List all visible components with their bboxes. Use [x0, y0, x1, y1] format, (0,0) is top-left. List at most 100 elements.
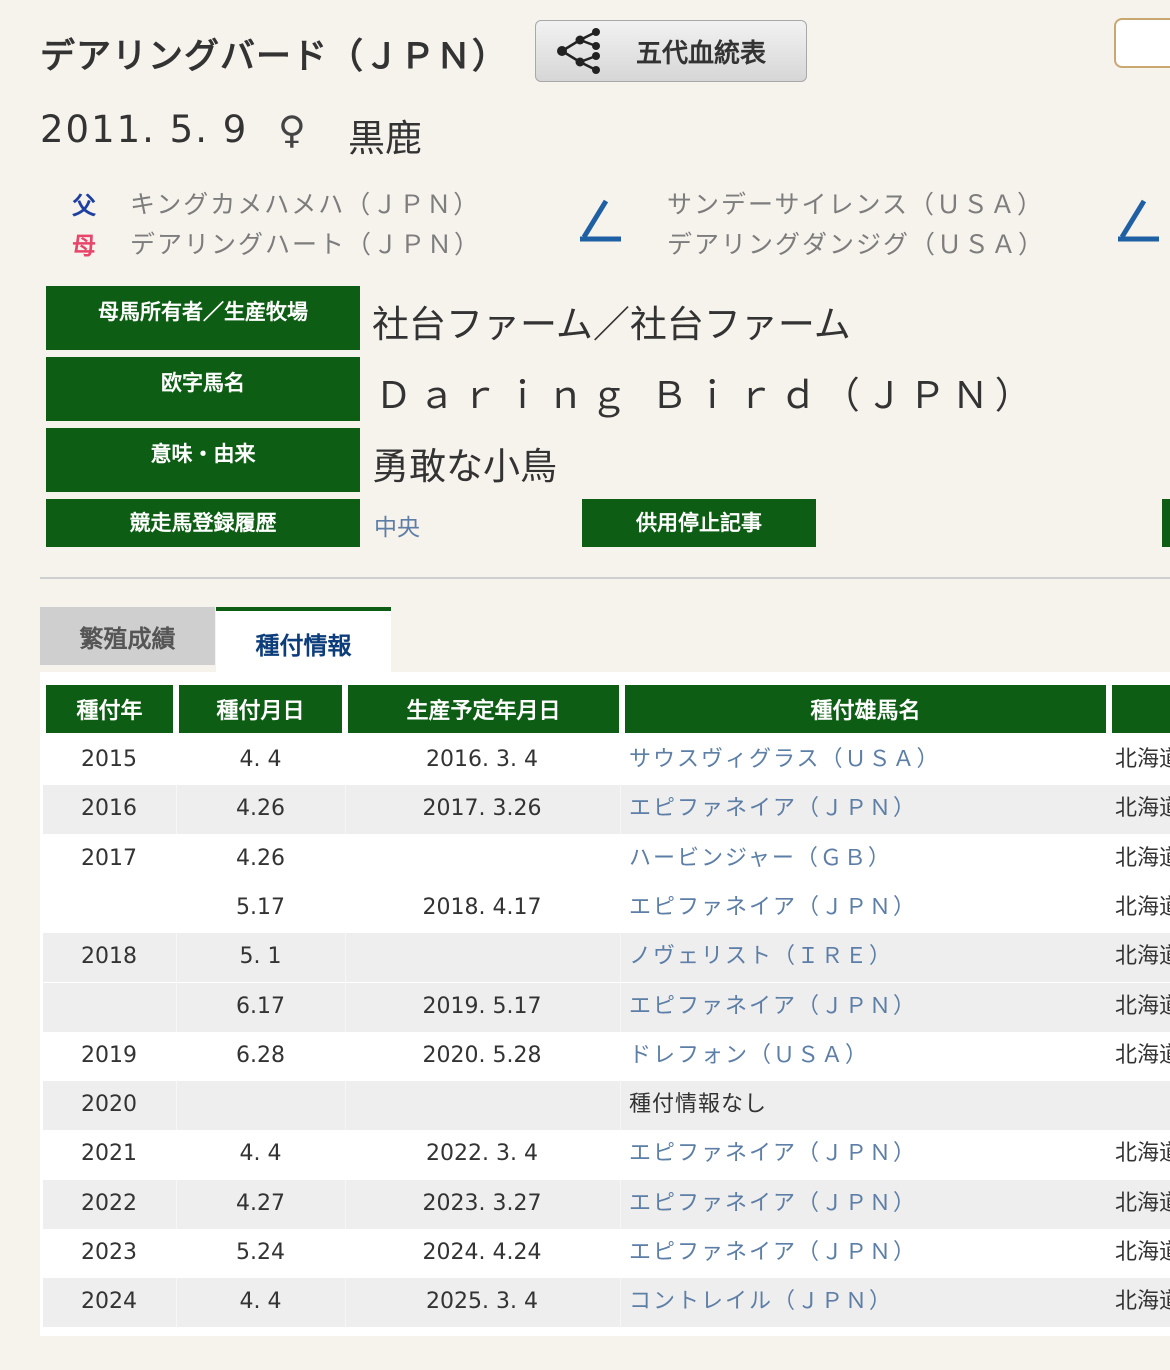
cell-year: 2020 — [81, 1092, 137, 1118]
roman-name-value: Ｄａｒｉｎｇ Ｂｉｒｄ（ＪＰＮ） — [375, 374, 1038, 417]
cell-year — [43, 884, 175, 933]
sire-link[interactable]: キングカメハメハ（ＪＰＮ） — [130, 185, 480, 221]
broodmare-sire-link[interactable]: サンデーサイレンス（ＵＳＡ） — [667, 185, 1044, 221]
cell-note: 種付情報なし — [629, 1092, 768, 1118]
header-mating-year: 種付年 — [46, 685, 173, 733]
cell-location: 北海道 — [1115, 796, 1170, 822]
cell-mating-date: 4. 4 — [239, 1141, 282, 1167]
cell-location: 北海道 — [1115, 1190, 1170, 1216]
pedigree-connector-icon — [580, 199, 621, 242]
cell-year — [43, 983, 175, 1032]
cell-due-date: 2023. 3.27 — [422, 1190, 542, 1216]
owner-value: 社台ファーム／社台ファーム — [372, 303, 851, 346]
cell-mating-date: 4. 4 — [239, 747, 282, 772]
registry-link[interactable]: 中央 — [374, 508, 420, 542]
search-box[interactable] — [1114, 18, 1170, 68]
cell-year: 2017 — [81, 845, 137, 871]
cell-mating-date — [178, 1081, 343, 1130]
suspension-button[interactable]: 供用停止記事 — [582, 499, 816, 547]
dam-link[interactable]: デアリングハート（ＪＰＮ） — [130, 225, 481, 261]
coat-color: 黒鹿 — [348, 117, 422, 160]
cell-due-date: 2017. 3.26 — [422, 796, 542, 822]
cell-year: 2023 — [81, 1240, 137, 1265]
sex-female-icon: ♀ — [278, 108, 306, 152]
stallion-link[interactable]: エピファネイア（ＪＰＮ） — [629, 884, 917, 933]
cell-mating-date: 5.17 — [236, 894, 285, 920]
table-row: 2021 4. 4 2022. 3. 4 エピファネイア（ＪＰＮ） 北海道 — [43, 1130, 1170, 1180]
cell-mating-date: 6.17 — [236, 993, 285, 1019]
cell-mating-date: 4.26 — [236, 796, 285, 822]
table-row: 2017 4.26 ハービンジャー（ＧＢ） 北海道 — [43, 834, 1170, 884]
dam-label: 母 — [72, 232, 96, 260]
pedigree-connector-icon — [1118, 199, 1159, 242]
cell-due-date — [346, 835, 618, 884]
cell-due-date: 2019. 5.17 — [422, 993, 542, 1019]
stallion-link[interactable]: エピファネイア（ＪＰＮ） — [629, 983, 917, 1032]
stallion-link[interactable]: ハービンジャー（ＧＢ） — [629, 835, 892, 884]
cell-mating-date: 5. 1 — [239, 944, 282, 970]
stallion-link[interactable]: ノヴェリスト（ＩＲＥ） — [629, 933, 893, 982]
partial-green-button[interactable] — [1162, 499, 1170, 547]
horse-name: デアリングバード（ＪＰＮ） — [40, 37, 509, 77]
cell-mating-date: 4. 4 — [239, 1289, 282, 1315]
table-row: 2020 種付情報なし — [43, 1081, 1170, 1131]
cell-year: 2024 — [81, 1289, 137, 1315]
cell-mating-date: 5.24 — [236, 1240, 285, 1265]
stallion-link[interactable]: エピファネイア（ＪＰＮ） — [629, 1229, 917, 1278]
table-row: 6.17 2019. 5.17 エピファネイア（ＪＰＮ） 北海道 — [43, 982, 1170, 1032]
cell-year: 2015 — [81, 747, 137, 772]
table-row: 2016 4.26 2017. 3.26 エピファネイア（ＪＰＮ） 北海道 — [43, 785, 1170, 835]
cell-mating-date: 4.26 — [236, 845, 285, 871]
stallion-link[interactable]: エピファネイア（ＪＰＮ） — [629, 785, 917, 834]
cell-mating-date: 6.28 — [236, 1042, 285, 1068]
cell-location: 北海道 — [1115, 845, 1170, 871]
tab-breeding-record[interactable]: 繁殖成績 — [40, 607, 215, 665]
cell-year: 2022 — [81, 1190, 137, 1216]
table-row: 2019 6.28 2020. 5.28 ドレフォン（ＵＳＡ） 北海道 — [43, 1031, 1170, 1081]
pedigree-tree-icon — [557, 28, 600, 74]
cell-due-date: 2020. 5.28 — [422, 1042, 542, 1068]
tab-mating-info[interactable]: 種付情報 — [216, 607, 391, 675]
cell-due-date: 2016. 3. 4 — [426, 747, 538, 772]
roman-name-label: 欧字馬名 — [46, 357, 360, 421]
table-row: 2018 5. 1 ノヴェリスト（ＩＲＥ） 北海道 — [43, 933, 1170, 983]
meaning-value: 勇敢な小鳥 — [372, 445, 557, 488]
header-due-date: 生産予定年月日 — [348, 685, 619, 733]
cell-location: 北海道 — [1115, 747, 1170, 772]
cell-location: 北海道 — [1115, 944, 1170, 970]
table-row: 2015 4. 4 2016. 3. 4 サウスヴィグラス（ＵＳＡ） 北海道 — [43, 736, 1170, 785]
header-stallion: 種付雄馬名 — [625, 685, 1106, 733]
sire-label: 父 — [72, 192, 96, 220]
cell-location: 北海道 — [1115, 1042, 1170, 1068]
broodmare-dam-link[interactable]: デアリングダンジグ（ＵＳＡ） — [667, 225, 1045, 261]
stallion-link[interactable]: エピファネイア（ＪＰＮ） — [629, 1180, 917, 1229]
birth-date: 2011. 5. 9 — [40, 108, 249, 151]
stallion-link[interactable]: サウスヴィグラス（ＵＳＡ） — [629, 736, 941, 785]
cell-due-date — [346, 933, 618, 982]
table-row: 2023 5.24 2024. 4.24 エピファネイア（ＪＰＮ） 北海道 — [43, 1229, 1170, 1278]
cell-location: 北海道 — [1115, 894, 1170, 920]
cell-year: 2018 — [81, 944, 137, 970]
cell-due-date: 2024. 4.24 — [422, 1240, 542, 1265]
header-mating-date: 種付月日 — [179, 685, 342, 733]
header-location — [1112, 685, 1170, 733]
cell-mating-date: 4.27 — [236, 1190, 285, 1216]
cell-year: 2019 — [81, 1042, 137, 1068]
pedigree-button[interactable]: 五代血統表 — [535, 20, 807, 82]
cell-location: 北海道 — [1115, 1289, 1170, 1315]
cell-due-date: 2025. 3. 4 — [426, 1289, 538, 1315]
cell-year: 2021 — [81, 1141, 137, 1167]
cell-location: 北海道 — [1115, 993, 1170, 1019]
cell-due-date — [346, 1081, 618, 1130]
stallion-link[interactable]: コントレイル（ＪＰＮ） — [629, 1278, 893, 1327]
table-row: 2022 4.27 2023. 3.27 エピファネイア（ＪＰＮ） 北海道 — [43, 1179, 1170, 1229]
divider — [40, 577, 1170, 579]
stallion-link[interactable]: エピファネイア（ＪＰＮ） — [629, 1130, 917, 1179]
cell-year: 2016 — [81, 796, 137, 822]
cell-location: 北海道 — [1115, 1141, 1170, 1167]
meaning-label: 意味・由来 — [46, 428, 360, 492]
cell-due-date: 2018. 4.17 — [422, 894, 542, 920]
pedigree-button-label: 五代血統表 — [636, 38, 767, 69]
stallion-link[interactable]: ドレフォン（ＵＳＡ） — [629, 1032, 869, 1081]
registry-label: 競走馬登録履歴 — [46, 499, 360, 547]
